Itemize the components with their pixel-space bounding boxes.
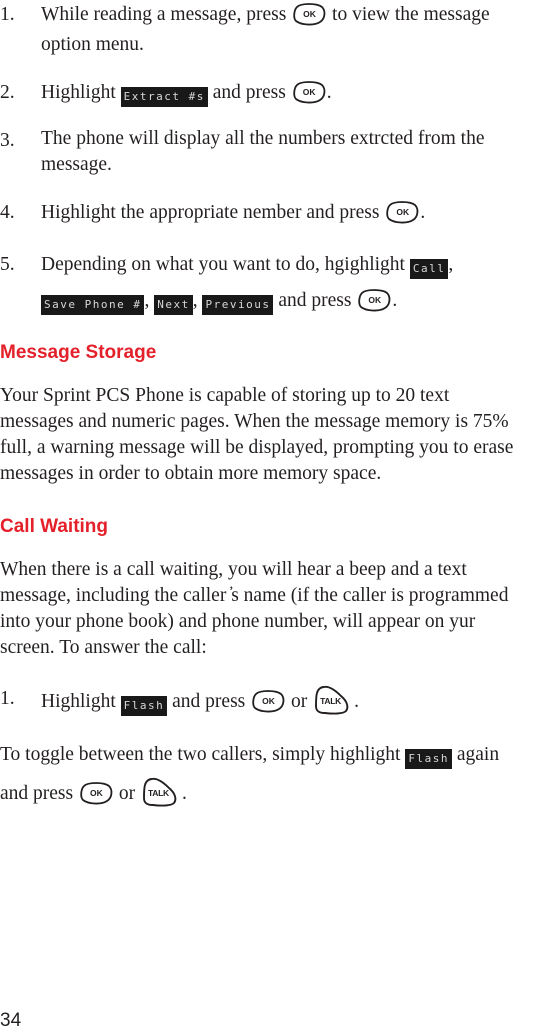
ok-key-icon: OK bbox=[292, 80, 326, 104]
step-end: . bbox=[392, 290, 398, 311]
talk-key-icon: TALK bbox=[313, 684, 353, 716]
paragraph-line: messages in order to obtain more memory … bbox=[0, 463, 382, 484]
paragraph-line: When there is a call waiting, you will h… bbox=[0, 559, 467, 580]
or-text: or bbox=[291, 691, 308, 712]
step-number: 5. bbox=[0, 254, 15, 275]
toggle-end: . bbox=[181, 783, 187, 804]
call-waiting-paragraph: When there is a call waiting, you will h… bbox=[0, 557, 548, 661]
ok-key-label: OK bbox=[396, 207, 410, 217]
talk-key-icon: TALK bbox=[141, 776, 181, 808]
step-number: 2. bbox=[0, 82, 15, 103]
lcd-menu-save-phone: Save Phone # bbox=[41, 295, 145, 315]
ok-key-label: OK bbox=[262, 696, 275, 706]
step-4-line: Highlight the appropriate nember and pre… bbox=[41, 198, 425, 228]
ok-key-icon: OK bbox=[357, 288, 391, 312]
ok-key-label: OK bbox=[89, 788, 103, 798]
step-3-line-2: message. bbox=[41, 154, 112, 175]
lcd-menu-extract-numbers: Extract #s bbox=[120, 87, 208, 107]
paragraph-line: into your phone book) and phone number, … bbox=[0, 611, 476, 632]
ok-key-icon: OK bbox=[292, 2, 326, 26]
ok-key-label: OK bbox=[303, 9, 316, 19]
toggle-text: again bbox=[456, 744, 500, 765]
step-1-line-2: option menu. bbox=[41, 34, 144, 55]
section-heading-message-storage: Message Storage bbox=[0, 342, 157, 363]
comma: , bbox=[144, 290, 150, 311]
or-text: or bbox=[118, 783, 136, 804]
toggle-line-1: To toggle between the two callers, simpl… bbox=[0, 740, 499, 770]
step-text: and press bbox=[212, 82, 286, 103]
lcd-menu-flash: Flash bbox=[120, 696, 168, 716]
step-text: Highlight the appropriate nember and pre… bbox=[41, 202, 380, 223]
paragraph-line: screen. To answer the call: bbox=[0, 637, 207, 658]
comma: , bbox=[192, 290, 198, 311]
step-number: 1. bbox=[0, 688, 15, 709]
message-storage-paragraph: Your Sprint PCS Phone is capable of stor… bbox=[0, 383, 548, 487]
toggle-line-2: and press OK or TALK . bbox=[0, 776, 187, 809]
step-end: . bbox=[326, 82, 332, 103]
step-3-line-1: The phone will display all the numbers e… bbox=[41, 128, 485, 149]
ok-key-label: OK bbox=[368, 295, 382, 305]
paragraph-line: message, including the caller ̓s name (i… bbox=[0, 585, 509, 606]
step-text: and press bbox=[172, 691, 246, 712]
lcd-menu-flash: Flash bbox=[405, 749, 452, 769]
paragraph-line: messages and numeric pages. When the mes… bbox=[0, 411, 509, 432]
toggle-text: and press bbox=[0, 783, 74, 804]
lcd-menu-call: Call bbox=[409, 259, 449, 279]
step-5-line-1: Depending on what you want to do, hgighl… bbox=[41, 250, 453, 280]
lcd-menu-next: Next bbox=[154, 295, 193, 315]
step-number: 1. bbox=[0, 4, 15, 25]
step-5-line-2: Save Phone #, Next, Previous and press O… bbox=[41, 286, 397, 316]
step-text: Highlight bbox=[41, 82, 116, 103]
step-text: Highlight bbox=[41, 691, 116, 712]
step-end: . bbox=[420, 202, 426, 223]
step-text: to view the message bbox=[332, 4, 490, 25]
paragraph-line: full, a warning message will be displaye… bbox=[0, 437, 514, 458]
ok-key-icon: OK bbox=[251, 689, 285, 713]
ok-key-icon: OK bbox=[79, 781, 113, 805]
section-heading-call-waiting: Call Waiting bbox=[0, 516, 109, 537]
step-end: . bbox=[354, 691, 359, 712]
page-number: 34 bbox=[0, 1010, 22, 1031]
paragraph-line: Your Sprint PCS Phone is capable of stor… bbox=[0, 385, 450, 406]
step-text: Depending on what you want to do, hgighl… bbox=[41, 254, 405, 275]
ok-key-label: OK bbox=[302, 87, 316, 97]
step-text: While reading a message, press bbox=[41, 4, 287, 25]
toggle-text: To toggle between the two callers, simpl… bbox=[0, 744, 401, 765]
lcd-menu-previous: Previous bbox=[202, 295, 274, 315]
step-text: and press bbox=[278, 290, 352, 311]
ok-key-icon: OK bbox=[385, 200, 419, 224]
step-number: 4. bbox=[0, 202, 15, 223]
step-1-line-1: While reading a message, press OK to vie… bbox=[41, 0, 490, 30]
talk-key-label: TALK bbox=[320, 696, 341, 706]
comma: , bbox=[448, 254, 454, 275]
step-2-line: Highlight Extract #s and press OK . bbox=[41, 78, 332, 108]
talk-key-label: TALK bbox=[147, 788, 169, 798]
call-waiting-step-1: Highlight Flash and press OK or TALK . bbox=[41, 684, 359, 717]
step-number: 3. bbox=[0, 130, 15, 151]
